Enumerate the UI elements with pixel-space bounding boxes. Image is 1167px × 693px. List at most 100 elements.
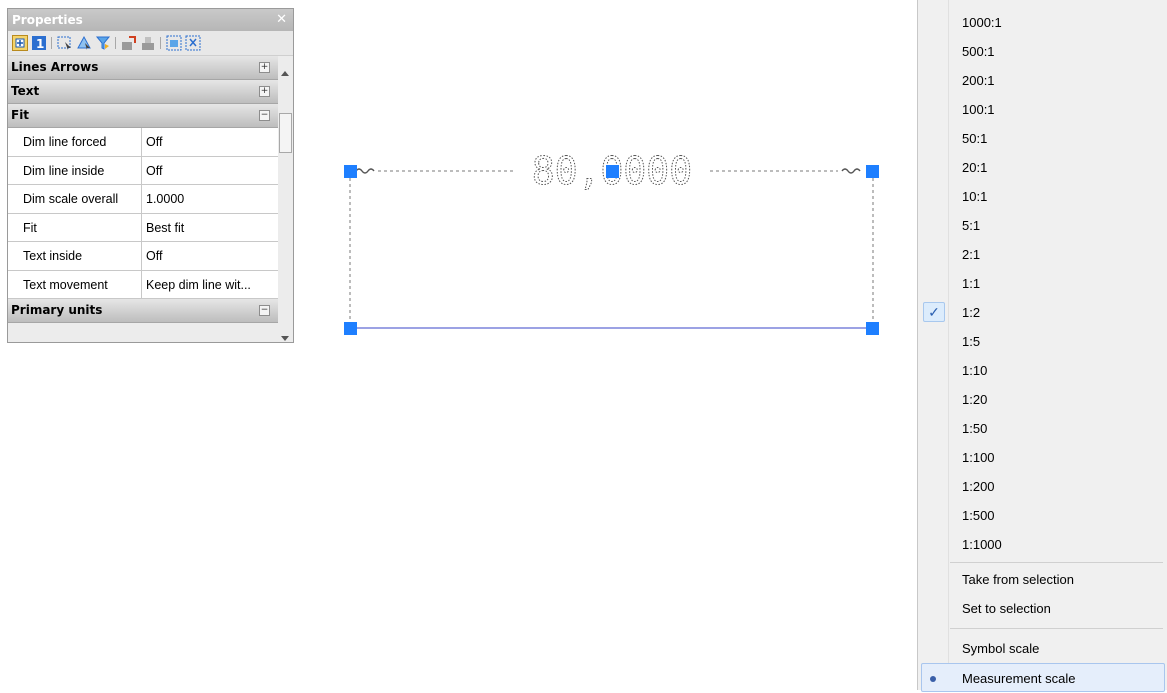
menu-item-label: 2:1 <box>962 247 981 262</box>
menu-item-symbol-scale[interactable]: Symbol scale <box>918 634 1167 663</box>
add-to-selection-icon[interactable] <box>166 35 182 51</box>
property-row[interactable]: Text movement Keep dim line wit... <box>8 270 278 299</box>
menu-item-set-to-selection[interactable]: Set to selection <box>918 594 1167 623</box>
menu-item-label: 1:10 <box>962 363 988 378</box>
property-value[interactable]: Keep dim line wit... <box>142 271 278 299</box>
property-row[interactable]: Dim line forced Off <box>8 128 278 157</box>
import-icon[interactable] <box>140 35 156 51</box>
section-label: Lines Arrows <box>11 60 99 74</box>
menu-item-scale[interactable]: 1000:1 <box>918 8 1167 37</box>
scroll-up-icon[interactable] <box>281 71 289 76</box>
scroll-down-icon[interactable] <box>281 336 289 341</box>
menu-item-scale[interactable]: 10:1 <box>918 182 1167 211</box>
section-text[interactable]: Text + <box>8 80 278 104</box>
property-value[interactable]: Off <box>142 128 278 156</box>
menu-item-scale[interactable]: 1:20 <box>918 385 1167 414</box>
menu-item-scale[interactable]: 1:200 <box>918 472 1167 501</box>
menu-item-label: 5:1 <box>962 218 981 233</box>
menu-item-label: 10:1 <box>962 189 988 204</box>
export-icon[interactable] <box>121 35 137 51</box>
toolbar-separator <box>160 37 161 49</box>
menu-separator <box>950 628 1163 629</box>
menu-item-label: 1:2 <box>962 305 981 320</box>
menu-item-label: 50:1 <box>962 131 988 146</box>
checkmark-icon: ✓ <box>923 302 945 322</box>
arrow-right-icon <box>841 168 861 174</box>
select-similar-icon[interactable] <box>76 35 92 51</box>
grip-bottom-right[interactable] <box>866 322 879 335</box>
collapse-icon[interactable]: − <box>259 110 270 121</box>
menu-item-measurement-scale[interactable]: Measurement scale <box>921 663 1165 692</box>
property-value[interactable]: 1.0000 <box>142 185 278 213</box>
menu-item-label: 1:5 <box>962 334 981 349</box>
menu-item-scale[interactable]: 2:1 <box>918 240 1167 269</box>
expand-icon[interactable]: + <box>259 62 270 73</box>
menu-item-label: 200:1 <box>962 73 995 88</box>
grip-text[interactable] <box>606 165 619 178</box>
filter-icon[interactable] <box>95 35 111 51</box>
properties-title: Properties <box>12 13 83 27</box>
dimension-drawing[interactable]: 80,0000 <box>330 140 900 350</box>
single-object-icon[interactable]: 1 <box>31 35 47 51</box>
toolbar-separator <box>115 37 116 49</box>
menu-item-label: 1:500 <box>962 508 995 523</box>
menu-item-scale[interactable]: 1:100 <box>918 443 1167 472</box>
section-fit[interactable]: Fit − <box>8 104 278 128</box>
menu-item-scale[interactable]: 20:1 <box>918 153 1167 182</box>
property-name: Text movement <box>8 270 142 298</box>
property-value[interactable]: Off <box>142 157 278 185</box>
menu-separator <box>950 562 1163 563</box>
menu-item-label: 500:1 <box>962 44 995 59</box>
menu-item-label: Measurement scale <box>962 671 1076 686</box>
section-primary-units[interactable]: Primary units − <box>8 299 278 323</box>
menu-item-take-from-selection[interactable]: Take from selection <box>918 565 1167 594</box>
property-name: Dim scale overall <box>8 185 142 213</box>
expand-icon[interactable]: + <box>259 86 270 97</box>
properties-title-bar: Properties ✕ <box>8 9 293 31</box>
radio-dot-icon <box>930 676 936 682</box>
scale-context-menu: 1000:1 500:1 200:1 100:1 50:1 20:1 10:1 … <box>917 0 1167 692</box>
menu-item-scale[interactable]: 100:1 <box>918 95 1167 124</box>
menu-item-label: 1000:1 <box>962 15 1002 30</box>
menu-item-scale[interactable]: 1:50 <box>918 414 1167 443</box>
menu-item-label: Take from selection <box>962 572 1074 587</box>
menu-item-label: 1:200 <box>962 479 995 494</box>
remove-from-selection-icon[interactable] <box>185 35 201 51</box>
menu-item-label: 1:1 <box>962 276 981 291</box>
menu-item-scale-checked[interactable]: ✓ 1:2 <box>918 298 1167 327</box>
property-value[interactable]: Best fit <box>142 214 278 242</box>
grip-top-right[interactable] <box>866 165 879 178</box>
menu-item-scale[interactable]: 500:1 <box>918 37 1167 66</box>
property-row[interactable]: Fit Best fit <box>8 213 278 242</box>
property-scrollbar[interactable] <box>278 71 293 341</box>
menu-item-label: 1:1000 <box>962 537 1002 552</box>
menu-item-scale[interactable]: 200:1 <box>918 66 1167 95</box>
property-name: Dim line forced <box>8 128 142 156</box>
section-label: Primary units <box>11 303 103 317</box>
menu-item-scale[interactable]: 50:1 <box>918 124 1167 153</box>
menu-item-scale[interactable]: 5:1 <box>918 211 1167 240</box>
grip-top-left[interactable] <box>344 165 357 178</box>
select-objects-icon[interactable] <box>57 35 73 51</box>
scroll-thumb[interactable] <box>279 113 292 153</box>
menu-item-label: 100:1 <box>962 102 995 117</box>
menu-item-scale[interactable]: 1:10 <box>918 356 1167 385</box>
property-value[interactable]: Off <box>142 242 278 270</box>
close-icon[interactable]: ✕ <box>276 9 287 31</box>
menu-item-label: 1:20 <box>962 392 988 407</box>
property-name: Text inside <box>8 242 142 270</box>
menu-item-scale[interactable]: 1:1000 <box>918 530 1167 559</box>
property-row[interactable]: Dim scale overall 1.0000 <box>8 185 278 214</box>
property-row[interactable]: Dim line inside Off <box>8 156 278 185</box>
menu-item-label: Set to selection <box>962 601 1051 616</box>
section-label: Text <box>11 84 40 98</box>
menu-item-scale[interactable]: 1:5 <box>918 327 1167 356</box>
menu-item-scale[interactable]: 1:1 <box>918 269 1167 298</box>
grip-bottom-left[interactable] <box>344 322 357 335</box>
menu-item-scale[interactable]: 1:500 <box>918 501 1167 530</box>
property-row[interactable]: Text inside Off <box>8 242 278 271</box>
svg-text:1: 1 <box>36 37 44 51</box>
section-lines-arrows[interactable]: Lines Arrows + <box>8 56 278 80</box>
collapse-icon[interactable]: − <box>259 305 270 316</box>
quick-select-toggle-icon[interactable] <box>12 35 28 51</box>
